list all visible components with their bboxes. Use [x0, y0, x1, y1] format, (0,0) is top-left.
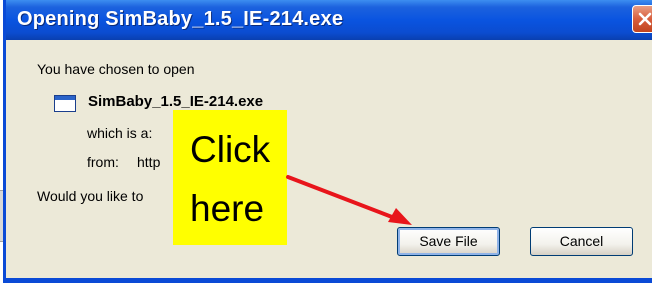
callout-arrow [286, 175, 412, 225]
